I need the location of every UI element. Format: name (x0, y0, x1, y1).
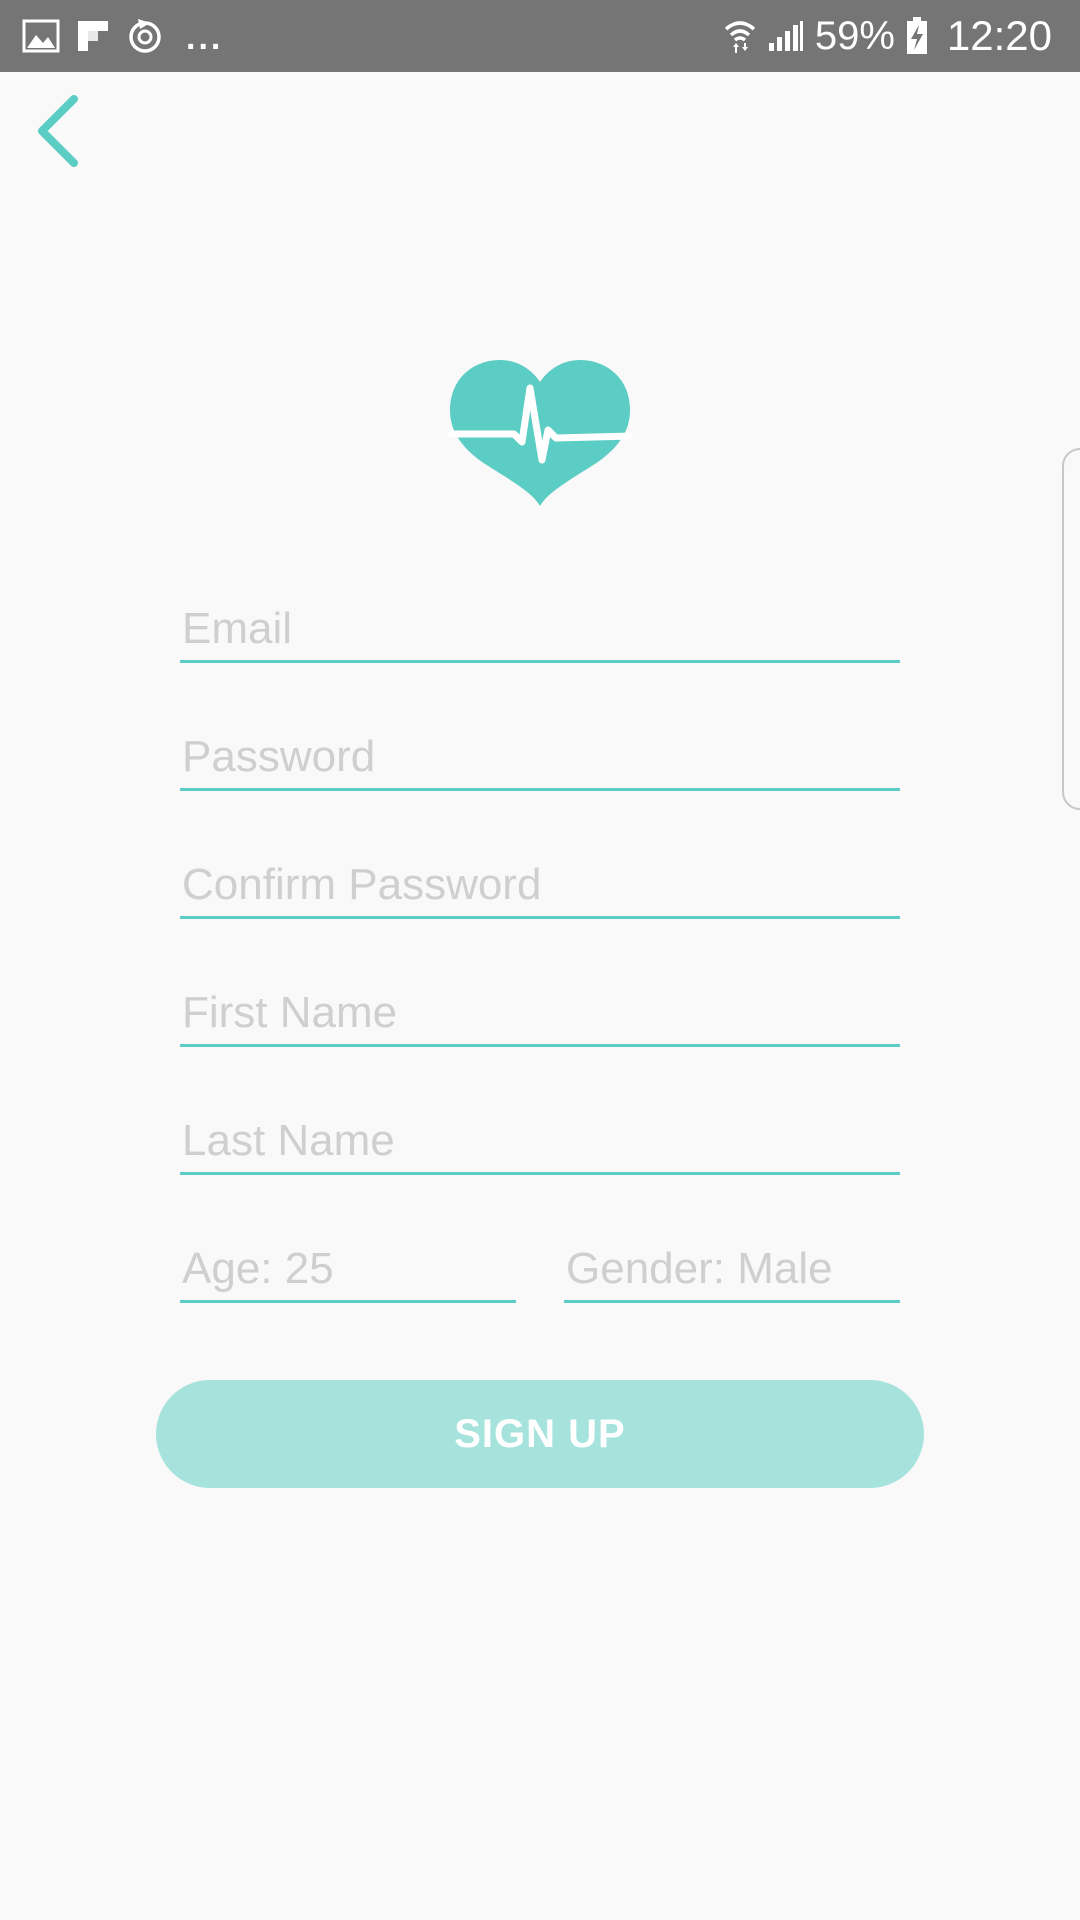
email-input[interactable] (180, 600, 900, 658)
flipboard-icon (76, 19, 110, 53)
confirm-password-input[interactable] (180, 856, 900, 914)
gender-field (564, 1240, 900, 1303)
back-button[interactable] (14, 86, 104, 176)
first-name-field (180, 984, 900, 1047)
battery-charging-icon (905, 16, 929, 56)
email-field (180, 600, 900, 663)
first-name-input[interactable] (180, 984, 900, 1042)
sign-up-button[interactable]: SIGN UP (156, 1380, 924, 1488)
gallery-icon (22, 19, 60, 53)
password-input[interactable] (180, 728, 900, 786)
sync-icon (126, 17, 164, 55)
status-bar-system: 59% 12:20 (723, 0, 1052, 72)
edge-panel-handle[interactable] (1062, 448, 1080, 810)
last-name-input[interactable] (180, 1112, 900, 1170)
status-bar: ... 59% 12:20 (0, 0, 1080, 72)
app-logo (448, 356, 633, 506)
password-field (180, 728, 900, 791)
age-field (180, 1240, 516, 1303)
status-bar-notifications: ... (22, 0, 223, 72)
signal-icon (767, 19, 805, 53)
gender-input[interactable] (564, 1240, 900, 1298)
chevron-left-icon (38, 95, 78, 167)
heart-pulse-icon (448, 360, 633, 506)
battery-percent: 59% (814, 13, 895, 58)
clock: 12:20 (946, 12, 1052, 59)
wifi-icon (723, 17, 757, 55)
last-name-field (180, 1112, 900, 1175)
more-notifications-indicator: ... (186, 18, 224, 57)
age-input[interactable] (180, 1240, 516, 1298)
confirm-password-field (180, 856, 900, 919)
